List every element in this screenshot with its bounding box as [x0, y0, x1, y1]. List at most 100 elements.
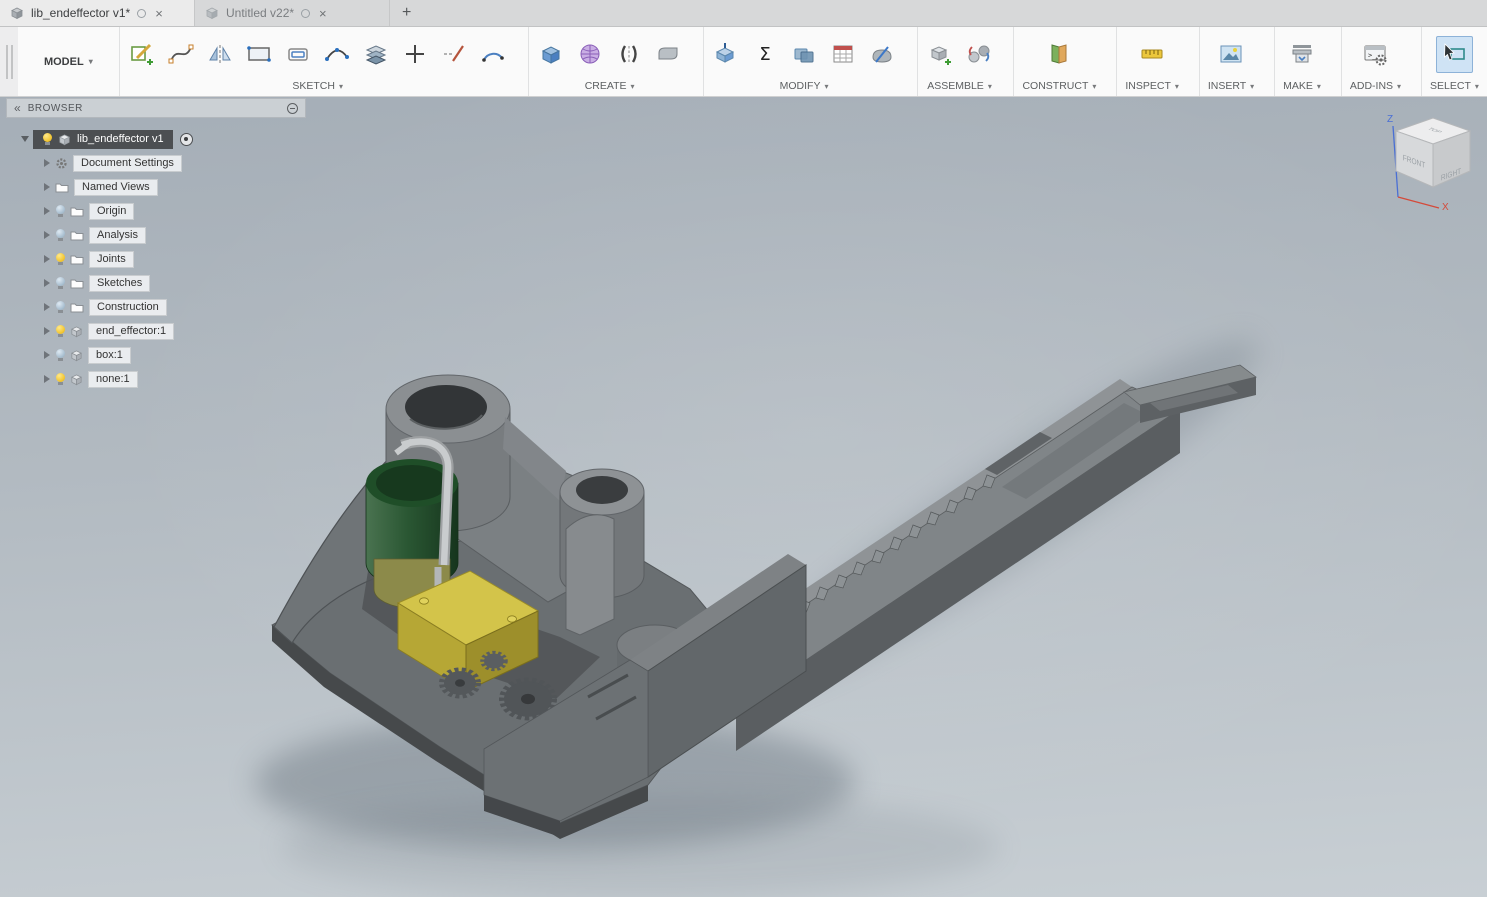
gear-icon	[55, 157, 68, 170]
browser-item-label[interactable]: Sketches	[89, 274, 151, 292]
addins-menu[interactable]: ADD-INS ▾	[1346, 79, 1405, 96]
browser-item-label[interactable]: Document Settings	[73, 154, 182, 172]
x-axis-line	[1397, 196, 1440, 209]
expand-arrow-icon[interactable]	[44, 351, 50, 359]
mirror-button[interactable]	[202, 36, 239, 73]
select-menu[interactable]: SELECT ▾	[1426, 79, 1483, 96]
measure-icon	[1141, 49, 1163, 59]
visibility-bulb-icon[interactable]	[55, 373, 65, 386]
arc-button[interactable]	[475, 36, 512, 73]
sweep-icon	[658, 47, 678, 60]
view-cube-body: TOP FRONT RIGHT	[1394, 117, 1472, 188]
new-component-button[interactable]	[922, 36, 959, 73]
viewport[interactable]: « BROWSER lib_endeffector v1 Document Se…	[0, 97, 1487, 897]
browser-root-item[interactable]: lib_endeffector v1	[33, 129, 173, 149]
fit-point-spline-button[interactable]	[319, 36, 356, 73]
expand-arrow-icon[interactable]	[44, 279, 50, 287]
browser-item-label[interactable]: Origin	[89, 202, 135, 220]
visibility-bulb-icon[interactable]	[55, 229, 65, 242]
activate-component-radio[interactable]	[179, 132, 193, 146]
browser-panel: « BROWSER lib_endeffector v1 Document Se…	[6, 98, 306, 391]
toolbar-drag-handle[interactable]	[0, 27, 18, 96]
document-tab-inactive[interactable]: Untitled v22* ×	[195, 0, 390, 26]
expand-arrow-icon[interactable]	[44, 303, 50, 311]
toolbar-group-insert: INSERT ▾	[1198, 27, 1262, 96]
collapse-panel-icon[interactable]: «	[14, 102, 21, 114]
visibility-bulb-icon[interactable]	[55, 253, 65, 266]
two-point-rectangle-button[interactable]	[241, 36, 278, 73]
press-pull-button[interactable]	[708, 36, 745, 73]
browser-row-document-settings: Document Settings	[6, 151, 306, 175]
browser-item-label[interactable]: Construction	[89, 298, 167, 316]
minimize-panel-icon[interactable]	[287, 102, 298, 114]
browser-item-label[interactable]: box:1	[88, 346, 131, 364]
new-component-icon	[930, 46, 952, 65]
create-form-button[interactable]	[572, 36, 609, 73]
construct-menu[interactable]: CONSTRUCT ▾	[1018, 79, 1100, 96]
component-icon	[70, 325, 83, 338]
assemble-menu[interactable]: ASSEMBLE ▾	[923, 79, 996, 96]
expand-arrow-icon[interactable]	[44, 207, 50, 215]
expand-arrow-icon[interactable]	[44, 183, 50, 191]
main-toolbar: MODEL ▾ SKETCH ▾ CREATE ▾ Σ MODIFY ▾ ASS…	[0, 27, 1487, 97]
new-tab-button[interactable]: +	[390, 0, 423, 26]
tab-close-icon[interactable]: ×	[153, 6, 165, 21]
tab-close-icon[interactable]: ×	[317, 6, 329, 21]
expand-arrow-icon[interactable]	[44, 375, 50, 383]
extrude-button[interactable]	[533, 36, 570, 73]
workspace-selector[interactable]: MODEL ▾	[30, 27, 107, 96]
create-sketch-button[interactable]	[124, 36, 161, 73]
browser-row-root: lib_endeffector v1	[6, 127, 306, 151]
visibility-bulb-icon[interactable]	[42, 133, 52, 146]
spline-button[interactable]	[163, 36, 200, 73]
component-icon	[70, 373, 83, 386]
insert-decal-button[interactable]	[1213, 36, 1250, 73]
visibility-bulb-icon[interactable]	[55, 349, 65, 362]
insert-menu[interactable]: INSERT ▾	[1204, 79, 1258, 96]
sketch-menu[interactable]: SKETCH ▾	[288, 79, 347, 96]
measure-button[interactable]	[1134, 36, 1171, 73]
change-parameters-button[interactable]: Σ	[747, 36, 784, 73]
browser-header[interactable]: « BROWSER	[6, 98, 306, 118]
sketch-pattern-button[interactable]	[358, 36, 395, 73]
parameters-table-button[interactable]	[825, 36, 862, 73]
toolbar-group-assemble: ASSEMBLE ▾	[916, 27, 1002, 96]
scripts-addins-button[interactable]: >_	[1357, 36, 1394, 73]
visibility-bulb-icon[interactable]	[55, 205, 65, 218]
offset-button[interactable]	[280, 36, 317, 73]
browser-item-label[interactable]: Named Views	[74, 178, 158, 196]
visibility-bulb-icon[interactable]	[55, 277, 65, 290]
visibility-bulb-icon[interactable]	[55, 325, 65, 338]
modify-menu[interactable]: MODIFY ▾	[776, 79, 833, 96]
select-cursor-button[interactable]	[1435, 35, 1473, 73]
construction-plane-button[interactable]	[1041, 36, 1078, 73]
sweep-button[interactable]	[650, 36, 687, 73]
pattern-mirror-button[interactable]	[611, 36, 648, 73]
expand-arrow-icon[interactable]	[44, 327, 50, 335]
3d-print-button[interactable]	[1284, 36, 1321, 73]
construction-plane-icon	[1051, 44, 1067, 64]
browser-item-label[interactable]: none:1	[88, 370, 138, 388]
make-menu[interactable]: MAKE ▾	[1279, 79, 1325, 96]
browser-row-sketches: Sketches	[6, 271, 306, 295]
insert-decal-icon	[1220, 45, 1242, 63]
split-body-button[interactable]	[864, 36, 901, 73]
expand-arrow-icon[interactable]	[21, 136, 29, 142]
tab-status-icon	[301, 8, 311, 18]
visibility-bulb-icon[interactable]	[55, 301, 65, 314]
create-menu[interactable]: CREATE ▾	[581, 79, 639, 96]
point-button[interactable]	[397, 36, 434, 73]
expand-arrow-icon[interactable]	[44, 255, 50, 263]
browser-item-label[interactable]: end_effector:1	[88, 322, 175, 340]
expand-arrow-icon[interactable]	[44, 159, 50, 167]
document-tab-active[interactable]: lib_endeffector v1* ×	[0, 0, 195, 26]
joint-button[interactable]	[961, 36, 998, 73]
view-cube[interactable]: Z X TOP FRONT RIGHT	[1385, 111, 1477, 216]
combine-button[interactable]	[786, 36, 823, 73]
expand-arrow-icon[interactable]	[44, 231, 50, 239]
toolbar-group-create: CREATE ▾	[527, 27, 691, 96]
trim-button[interactable]	[436, 36, 473, 73]
browser-item-label[interactable]: Analysis	[89, 226, 146, 244]
inspect-menu[interactable]: INSPECT ▾	[1121, 79, 1183, 96]
browser-item-label[interactable]: Joints	[89, 250, 134, 268]
